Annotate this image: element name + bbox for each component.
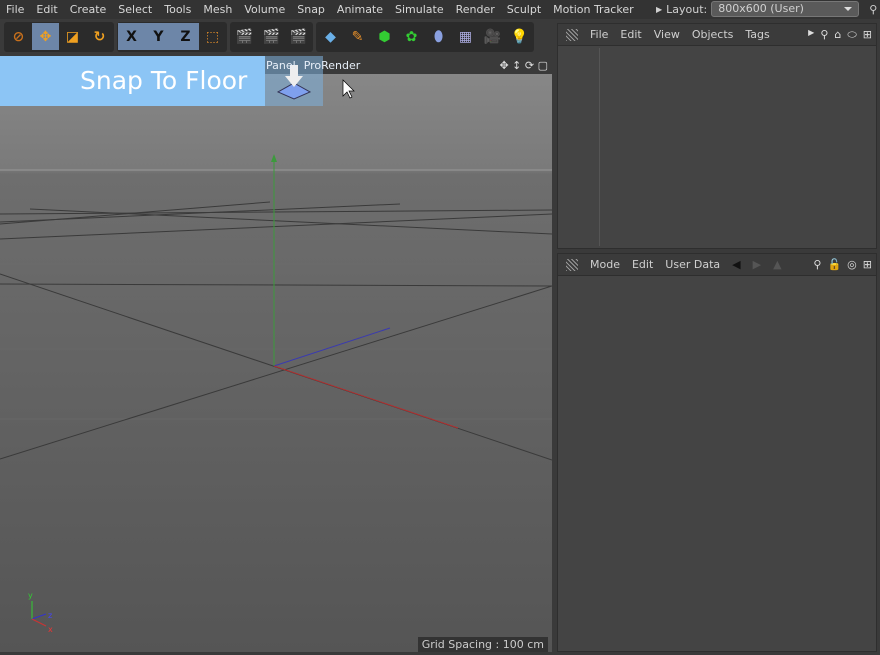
menu-sculpt[interactable]: Sculpt bbox=[501, 3, 547, 16]
layout-dropdown[interactable]: 800x600 (User) bbox=[711, 1, 860, 17]
viewport-grid: y zx bbox=[0, 79, 553, 634]
cloner-icon[interactable]: ✿ bbox=[398, 23, 425, 50]
search-icon[interactable]: ⚲ bbox=[813, 258, 821, 271]
menu-motion-tracker[interactable]: Motion Tracker bbox=[547, 3, 639, 16]
om-menu-edit[interactable]: Edit bbox=[620, 28, 641, 41]
mouse-cursor bbox=[342, 79, 355, 99]
attribute-manager: Mode Edit User Data ◀ ▶ ▲ ⚲ 🔓 ◎ ⊞ bbox=[557, 253, 877, 652]
up-arrow-icon[interactable]: ▲ bbox=[773, 258, 781, 271]
light-icon[interactable]: 💡 bbox=[506, 23, 533, 50]
om-menu-tags[interactable]: Tags bbox=[745, 28, 769, 41]
panel-grip-icon[interactable] bbox=[566, 28, 578, 41]
render-picture-viewer-icon[interactable]: 🎬 bbox=[258, 23, 285, 50]
eye-icon[interactable]: ⬭ bbox=[847, 28, 856, 42]
move-icon[interactable]: ✥ bbox=[32, 23, 59, 50]
search-icon[interactable]: ⚲ bbox=[869, 3, 877, 16]
menu-snap[interactable]: Snap bbox=[291, 3, 331, 16]
camera-icon[interactable]: 🎥 bbox=[479, 23, 506, 50]
menu-edit[interactable]: Edit bbox=[30, 3, 63, 16]
scale-icon[interactable]: ◪ bbox=[59, 23, 86, 50]
viewport-tab-prorender[interactable]: ProRender bbox=[304, 59, 361, 72]
am-menu-edit[interactable]: Edit bbox=[632, 258, 653, 271]
layout-arrow-icon: ▶ bbox=[656, 4, 663, 14]
layout-selector: ▶ Layout: 800x600 (User) ⚲ bbox=[656, 0, 877, 18]
major-grid bbox=[0, 201, 553, 461]
cube-icon[interactable]: ◆ bbox=[317, 23, 344, 50]
main-toolbar: ⊘ ✥ ◪ ↻ X Y Z ⬚ 🎬 🎬 🎬 ◆ ✎ ⬢ ✿ ⬮ ▦ 🎥 💡 bbox=[0, 22, 534, 52]
menu-animate[interactable]: Animate bbox=[331, 3, 389, 16]
pen-icon[interactable]: ✎ bbox=[344, 23, 371, 50]
deformer-icon[interactable]: ⬮ bbox=[425, 23, 452, 50]
render-settings-icon[interactable]: 🎬 bbox=[285, 23, 312, 50]
viewport-nav-icons[interactable]: ✥ ↕ ⟳ ▢ bbox=[499, 59, 552, 72]
menu-tools[interactable]: Tools bbox=[158, 3, 197, 16]
menu-mesh[interactable]: Mesh bbox=[197, 3, 238, 16]
viewport-tab-panel[interactable]: Panel bbox=[266, 59, 296, 72]
svg-text:y: y bbox=[28, 591, 33, 600]
axis-gizmo: y zx bbox=[28, 591, 53, 634]
floor-icon[interactable]: ▦ bbox=[452, 23, 479, 50]
live-selection-icon[interactable]: ⊘ bbox=[5, 23, 32, 50]
z-axis bbox=[273, 327, 391, 367]
svg-text:z: z bbox=[48, 611, 52, 620]
axis-x-icon[interactable]: X bbox=[118, 23, 145, 50]
back-arrow-icon[interactable]: ◀ bbox=[732, 258, 740, 271]
render-view-icon[interactable]: 🎬 bbox=[231, 23, 258, 50]
svg-text:x: x bbox=[48, 625, 53, 634]
panel-grip-icon[interactable] bbox=[566, 258, 578, 271]
new-panel-icon[interactable]: ⊞ bbox=[863, 258, 872, 271]
more-arrow-icon[interactable]: ▶ bbox=[808, 28, 814, 42]
axis-y-icon[interactable]: Y bbox=[145, 23, 172, 50]
om-menu-file[interactable]: File bbox=[590, 28, 608, 41]
menu-file[interactable]: File bbox=[0, 3, 30, 16]
am-menu-mode[interactable]: Mode bbox=[590, 258, 620, 271]
new-panel-icon[interactable]: ⊞ bbox=[863, 28, 872, 42]
menu-volume[interactable]: Volume bbox=[238, 3, 291, 16]
menu-select[interactable]: Select bbox=[112, 3, 158, 16]
search-icon[interactable]: ⚲ bbox=[820, 28, 828, 42]
home-icon[interactable]: ⌂ bbox=[834, 28, 841, 42]
object-manager: File Edit View Objects Tags ▶ ⚲ ⌂ ⬭ ⊞ bbox=[557, 23, 877, 249]
rotate-icon[interactable]: ↻ bbox=[86, 23, 113, 50]
lock-icon[interactable]: 🔓 bbox=[827, 258, 841, 271]
menu-create[interactable]: Create bbox=[64, 3, 113, 16]
menu-render[interactable]: Render bbox=[450, 3, 501, 16]
grid-spacing-label: Grid Spacing : 100 cm bbox=[417, 637, 548, 652]
y-axis-arrow bbox=[271, 154, 277, 162]
forward-arrow-icon[interactable]: ▶ bbox=[753, 258, 761, 271]
am-menu-user-data[interactable]: User Data bbox=[665, 258, 720, 271]
om-menu-view[interactable]: View bbox=[654, 28, 680, 41]
viewport[interactable]: y zx Grid Spacing : 100 cm bbox=[0, 74, 553, 652]
menu-simulate[interactable]: Simulate bbox=[389, 3, 450, 16]
axis-z-icon[interactable]: Z bbox=[172, 23, 199, 50]
target-icon[interactable]: ◎ bbox=[847, 258, 857, 271]
coordinate-system-icon[interactable]: ⬚ bbox=[199, 23, 226, 50]
subdivision-icon[interactable]: ⬢ bbox=[371, 23, 398, 50]
om-menu-objects[interactable]: Objects bbox=[692, 28, 734, 41]
column-divider[interactable] bbox=[599, 48, 600, 246]
layout-label: Layout: bbox=[666, 2, 708, 16]
snap-to-floor-title: Snap To Floor bbox=[0, 56, 265, 106]
minor-grid bbox=[0, 221, 552, 420]
